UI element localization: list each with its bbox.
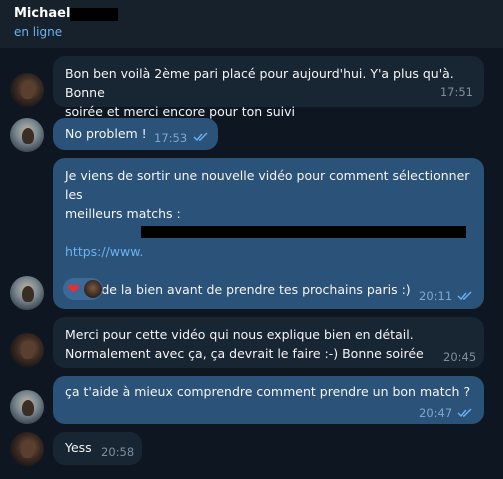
- message-bubble-incoming[interactable]: Merci pour cette vidéo qui nous explique…: [53, 317, 484, 368]
- my-avatar[interactable]: [10, 276, 44, 310]
- double-check-icon: [457, 408, 472, 418]
- double-check-icon: [457, 291, 472, 301]
- heart-icon: ❤: [67, 280, 80, 298]
- reaction-badge[interactable]: ❤: [63, 278, 103, 300]
- message-text: No problem !: [65, 126, 147, 141]
- message-list[interactable]: Bon ben voilà 2ème pari placé pour aujou…: [0, 48, 503, 479]
- chat-header: Michael en ligne: [0, 0, 503, 48]
- my-avatar[interactable]: [10, 118, 44, 152]
- my-avatar[interactable]: [10, 390, 44, 424]
- message-time: 20:58: [101, 445, 135, 459]
- message-time: 17:51: [439, 85, 473, 99]
- message-text: Yess: [65, 440, 92, 455]
- contact-avatar[interactable]: [10, 432, 44, 466]
- message-time: 17:53: [154, 131, 188, 145]
- contact-avatar[interactable]: [10, 333, 44, 367]
- double-check-icon: [193, 132, 208, 142]
- message-text: Merci pour cette vidéo qui nous explique…: [65, 327, 424, 361]
- message-text: ça t'aide à mieux comprendre comment pre…: [65, 384, 471, 399]
- message-bubble-incoming[interactable]: Yess 20:58: [53, 432, 142, 465]
- video-link[interactable]: https://www.: [65, 242, 484, 261]
- message-time: 20:11: [419, 289, 453, 303]
- message-bubble-outgoing[interactable]: Je viens de sortir une nouvelle vidéo po…: [53, 158, 484, 309]
- message-bubble-outgoing[interactable]: ça t'aide à mieux comprendre comment pre…: [53, 376, 484, 424]
- redaction-bar: [70, 8, 118, 21]
- message-bubble-incoming[interactable]: Bon ben voilà 2ème pari placé pour aujou…: [53, 56, 484, 119]
- online-status: en ligne: [14, 25, 63, 39]
- message-time: 20:47: [419, 406, 453, 420]
- message-text: Bon ben voilà 2ème pari placé pour aujou…: [65, 66, 454, 119]
- contact-name[interactable]: Michael: [14, 6, 70, 21]
- redaction-bar: [141, 226, 466, 238]
- message-time: 20:45: [443, 350, 477, 364]
- reactor-avatar: [84, 280, 102, 298]
- message-bubble-outgoing[interactable]: No problem ! 17:53: [53, 118, 218, 150]
- contact-avatar[interactable]: [10, 73, 44, 107]
